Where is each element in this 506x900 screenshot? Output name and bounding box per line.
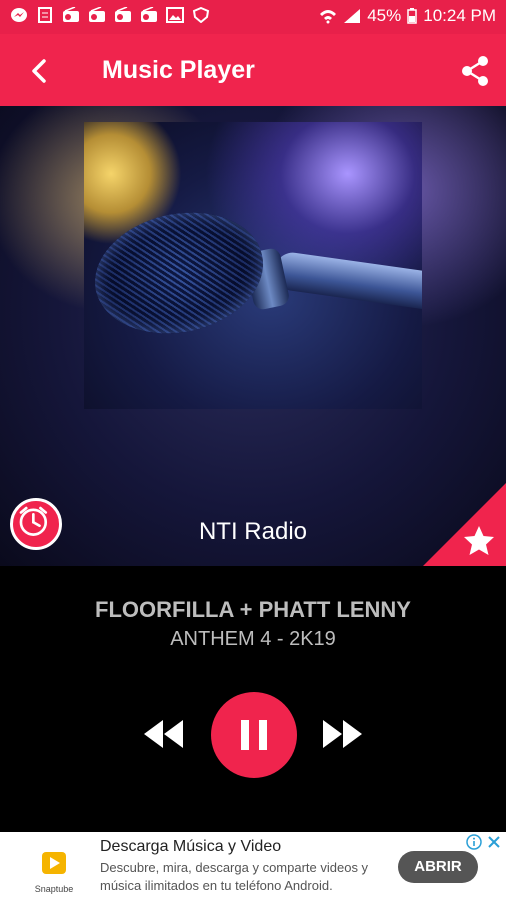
microphone-body <box>272 250 422 312</box>
page-title: Music Player <box>102 56 255 84</box>
ad-title: Descarga Música y Video <box>100 838 282 855</box>
status-bar: 45% 10:24 PM <box>0 0 506 34</box>
microphone-head <box>84 197 275 349</box>
share-icon[interactable] <box>458 54 492 88</box>
ad-description: Descubre, mira, descarga y comparte vide… <box>100 860 369 893</box>
play-pause-button[interactable] <box>211 692 297 778</box>
notification-icons <box>10 7 210 23</box>
battery-icon <box>407 8 417 24</box>
radio-icon <box>115 7 131 22</box>
radio-icon <box>141 7 157 22</box>
song-title: FLOORFILLA + PHATT LENNY <box>95 597 411 622</box>
signal-icon <box>344 9 361 23</box>
ad-logo-label: Snaptube <box>34 884 74 894</box>
ad-banner[interactable]: Snaptube Descarga Música y Video Descubr… <box>0 832 506 900</box>
system-status: 45% 10:24 PM <box>319 6 496 26</box>
radio-icon <box>63 7 79 22</box>
info-icon[interactable] <box>466 834 482 850</box>
alarm-clock-icon[interactable] <box>10 498 62 550</box>
image-icon <box>166 7 184 23</box>
shield-icon <box>192 7 210 23</box>
rewind-icon[interactable] <box>140 716 186 752</box>
ballot-icon <box>38 7 52 23</box>
album-art <box>84 122 422 409</box>
star-icon[interactable] <box>462 524 496 558</box>
close-icon[interactable] <box>486 834 502 850</box>
radio-icon <box>89 7 105 22</box>
now-playing-background: NTI Radio <box>0 106 506 566</box>
pause-icon <box>241 720 267 750</box>
app-bar: Music Player <box>0 34 506 106</box>
ad-open-button[interactable]: ABRIR <box>398 851 478 883</box>
wifi-icon <box>320 10 337 24</box>
battery-percent: 45% <box>367 6 402 25</box>
messenger-icon <box>11 8 27 22</box>
artist-name: ANTHEM 4 - 2K19 <box>170 628 336 650</box>
back-arrow-icon[interactable] <box>22 54 56 88</box>
clock: 10:24 PM <box>423 6 496 25</box>
fast-forward-icon[interactable] <box>320 716 366 752</box>
